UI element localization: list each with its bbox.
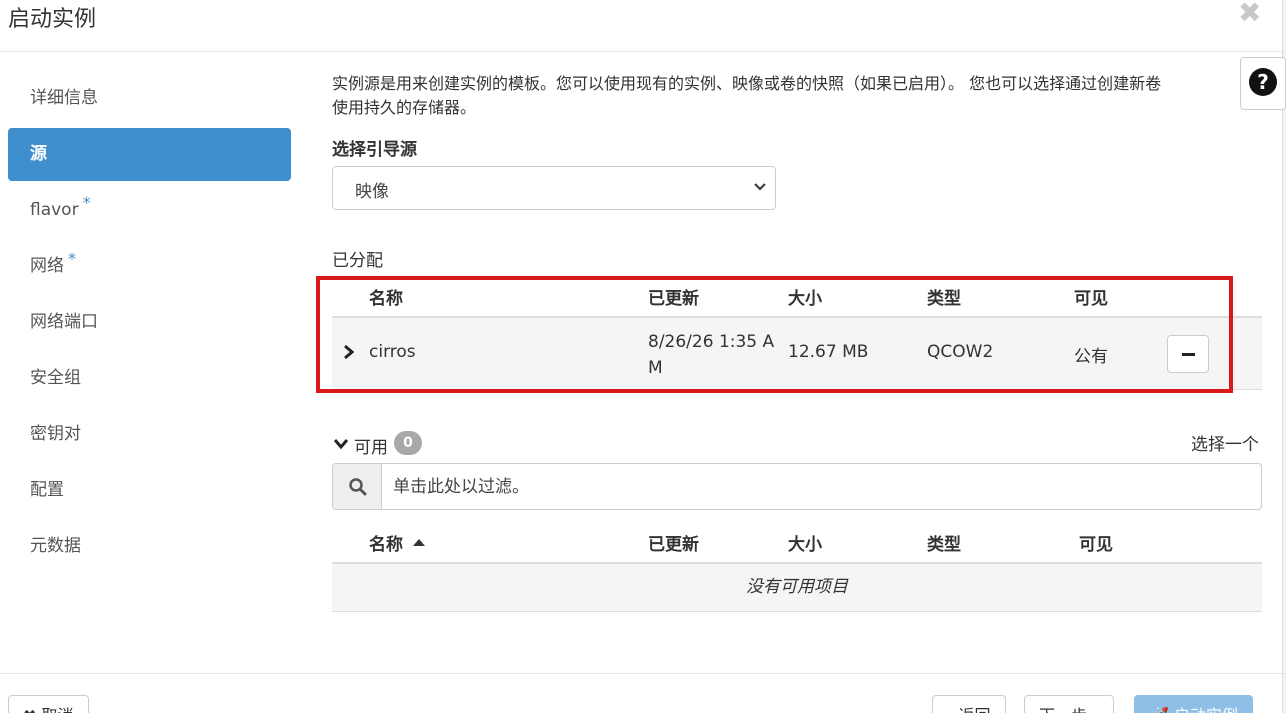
image-updated: 8/26/26 1:35 A M: [648, 329, 774, 381]
column-header-name[interactable]: 名称: [369, 530, 425, 555]
sidebar-item-label: 网络端口: [30, 312, 98, 332]
sidebar-item-label: 网络: [30, 256, 64, 276]
column-header-label: 名称: [369, 535, 403, 555]
required-marker: *: [82, 193, 91, 212]
column-header-updated: 已更新: [648, 535, 699, 555]
boot-source-label: 选择引导源: [332, 140, 417, 160]
chevron-right-icon[interactable]: [342, 344, 356, 360]
next-button[interactable]: 下一步 ›: [1024, 695, 1114, 713]
select-one-hint: 选择一个: [1191, 435, 1259, 455]
modal-title: 启动实例: [8, 7, 97, 32]
sidebar-item-label: 详细信息: [30, 88, 98, 108]
sidebar-item-network-ports[interactable]: 网络端口: [8, 296, 291, 352]
image-size: 12.67 MB: [788, 342, 869, 362]
launch-instance-button[interactable]: 🚀 启动实例: [1134, 695, 1254, 713]
image-visibility: 公有: [1074, 347, 1108, 367]
sort-ascending-icon: [413, 539, 425, 546]
description-line: 实例源是用来创建实例的模板。您可以使用现有的实例、映像或卷的快照（如果已启用）。…: [332, 74, 1162, 93]
filter-bar: [332, 463, 1262, 510]
sidebar-item-label: 密钥对: [30, 424, 81, 444]
available-count-badge: 0: [394, 431, 422, 455]
column-header-name: 名称: [369, 289, 403, 309]
cancel-button[interactable]: ✖ 取消: [8, 695, 89, 713]
description-line: 使用持久的存储器。: [332, 98, 477, 117]
sidebar-item-flavor[interactable]: flavor *: [8, 184, 291, 240]
sidebar-item-label: flavor: [30, 200, 79, 220]
column-header-type: 类型: [927, 289, 961, 309]
column-header-updated: 已更新: [648, 289, 699, 309]
deallocate-button[interactable]: [1167, 335, 1209, 373]
image-name: cirros: [369, 342, 416, 362]
updated-line: M: [648, 358, 663, 378]
allocated-table-header: 名称 已更新 大小 类型 可见: [332, 274, 1262, 318]
empty-message: 没有可用项目: [332, 564, 1262, 612]
sidebar-item-source[interactable]: 源: [8, 128, 291, 181]
column-header-type: 类型: [927, 535, 961, 555]
sidebar-item-configuration[interactable]: 配置: [8, 464, 291, 520]
column-header-visibility: 可见: [1074, 289, 1108, 309]
sidebar-item-metadata[interactable]: 元数据: [8, 520, 291, 576]
chevron-down-icon: [754, 183, 766, 191]
sidebar-item-label: 安全组: [30, 368, 81, 388]
sidebar-item-label: 配置: [30, 480, 64, 500]
modal-header: 启动实例 ✖: [0, 0, 1286, 52]
chevron-down-icon: [334, 439, 348, 450]
image-type: QCOW2: [927, 342, 994, 362]
back-button[interactable]: ‹ 返回: [932, 695, 1006, 713]
sidebar-item-label: 元数据: [30, 536, 81, 556]
required-marker: *: [68, 249, 76, 268]
sidebar-item-security-groups[interactable]: 安全组: [8, 352, 291, 408]
minus-icon: [1182, 353, 1195, 356]
wizard-sidebar: 详细信息 源 flavor * 网络 * 网络端口 安全组 密钥对 配置 元数据: [8, 72, 291, 576]
sidebar-item-key-pair[interactable]: 密钥对: [8, 408, 291, 464]
close-icon[interactable]: ✖: [1238, 0, 1261, 29]
available-label: 可用: [354, 438, 388, 458]
allocated-label: 已分配: [332, 251, 383, 271]
available-table-header: 名称 已更新 大小 类型 可见: [332, 520, 1262, 564]
help-button[interactable]: ?: [1240, 57, 1286, 110]
column-header-size: 大小: [788, 289, 822, 309]
filter-input[interactable]: [383, 464, 1261, 509]
sidebar-item-label: 源: [30, 144, 47, 164]
column-header-size: 大小: [788, 535, 822, 555]
modal-footer: ✖ 取消 ‹ 返回 下一步 › 🚀 启动实例: [0, 673, 1286, 713]
filter-addon: [333, 464, 382, 509]
question-circle-icon: ?: [1249, 68, 1277, 96]
column-header-visibility: 可见: [1079, 535, 1113, 555]
boot-source-value: 映像: [355, 182, 389, 202]
search-icon: [349, 478, 367, 496]
sidebar-item-details[interactable]: 详细信息: [8, 72, 291, 128]
boot-source-select[interactable]: 映像: [332, 166, 776, 210]
sidebar-item-network[interactable]: 网络 *: [8, 240, 291, 296]
table-row: cirros 8/26/26 1:35 A M 12.67 MB QCOW2 公…: [332, 318, 1262, 390]
source-description: 实例源是用来创建实例的模板。您可以使用现有的实例、映像或卷的快照（如果已启用）。…: [332, 72, 1242, 120]
updated-line: 8/26/26 1:35 A: [648, 332, 775, 352]
